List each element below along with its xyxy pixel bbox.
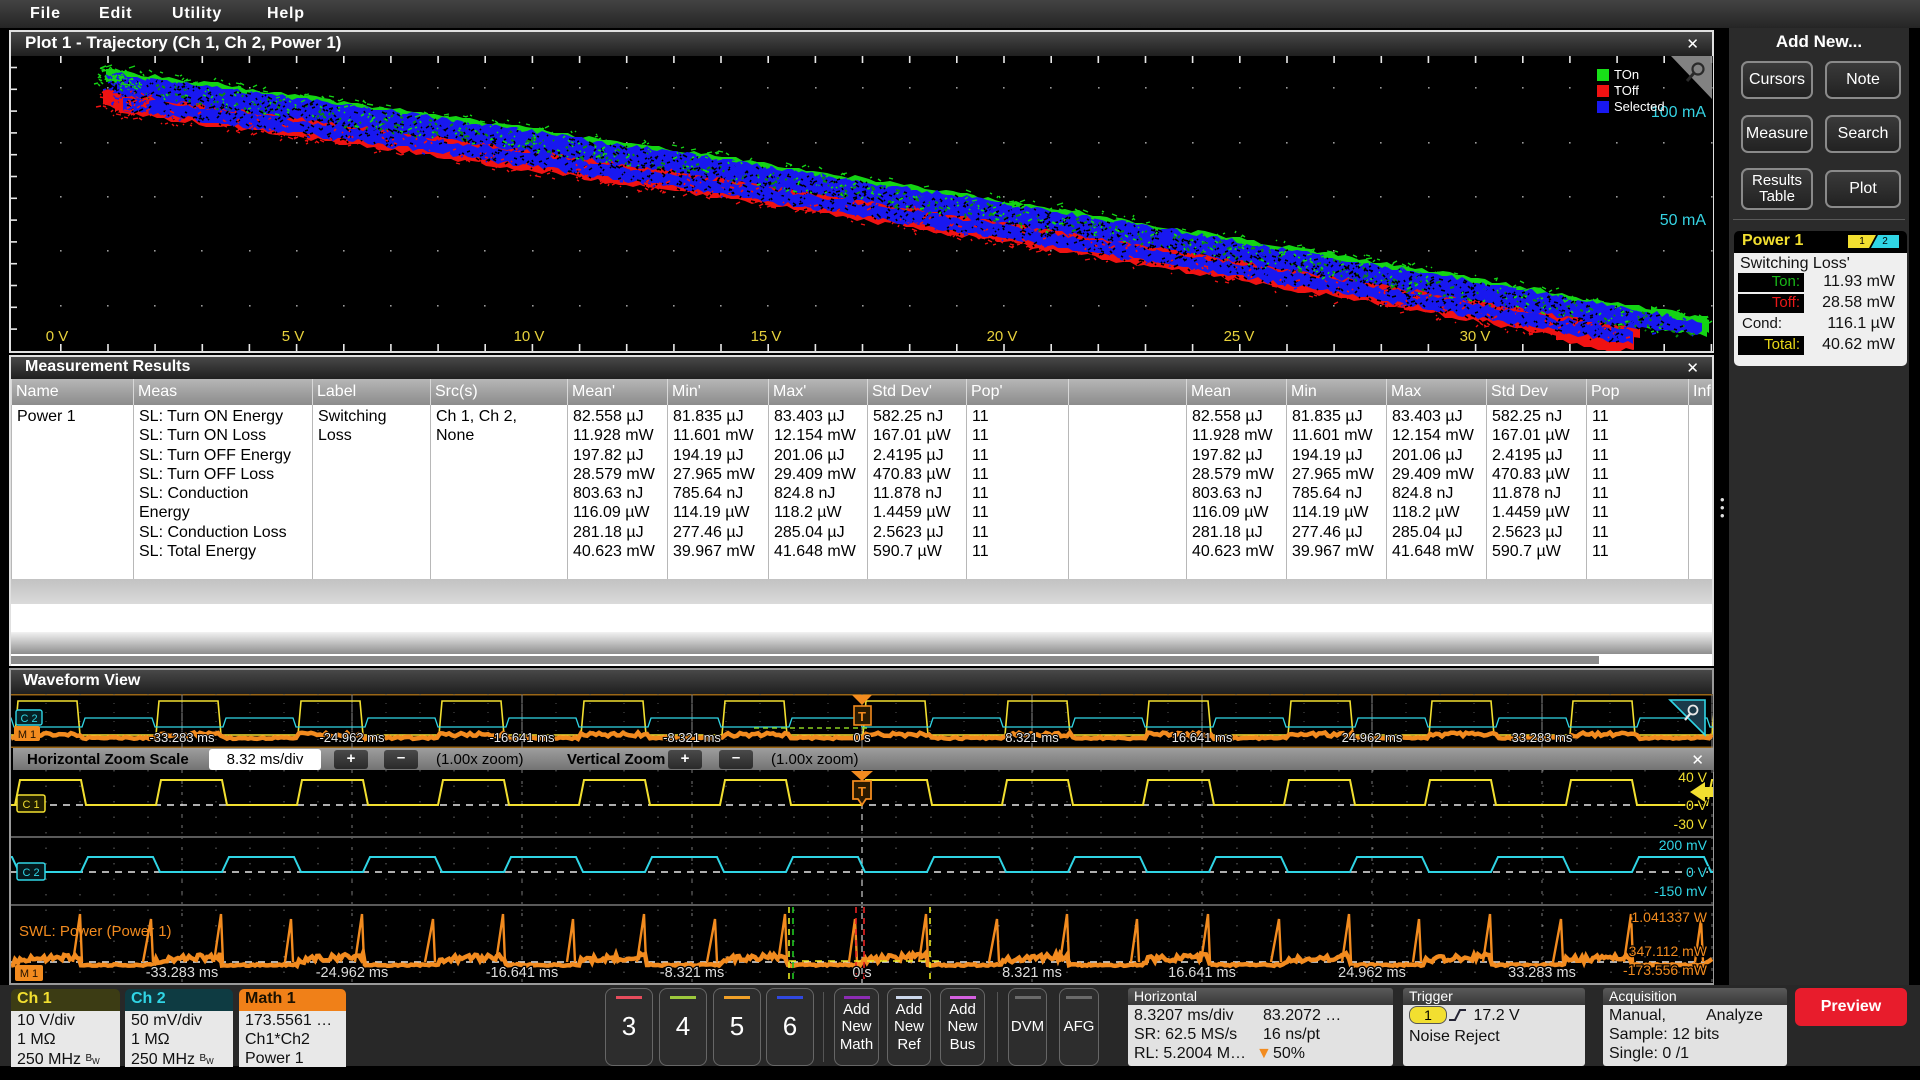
- svg-text:-24.962 ms: -24.962 ms: [316, 965, 389, 981]
- svg-text:10 V: 10 V: [514, 328, 545, 345]
- svg-text:TOn: TOn: [1614, 67, 1639, 82]
- svg-text:-8.321 ms: -8.321 ms: [663, 730, 721, 745]
- svg-text:-16.641 ms: -16.641 ms: [489, 730, 555, 745]
- svg-text:24.962 ms: 24.962 ms: [1338, 965, 1406, 981]
- svg-text:SWL: Power (Power 1): SWL: Power (Power 1): [19, 923, 172, 940]
- svg-text:347.112 mW: 347.112 mW: [1629, 943, 1708, 959]
- svg-text:25 V: 25 V: [1224, 328, 1255, 345]
- svg-text:Selected: Selected: [1614, 99, 1665, 114]
- svg-text:33.283 ms: 33.283 ms: [1508, 965, 1576, 981]
- svg-text:16.641 ms: 16.641 ms: [1168, 965, 1236, 981]
- svg-text:33.283 ms: 33.283 ms: [1512, 730, 1573, 745]
- svg-text:40 V: 40 V: [1678, 770, 1707, 785]
- svg-text:0 V: 0 V: [1686, 864, 1708, 880]
- svg-text:M 1: M 1: [18, 729, 36, 741]
- svg-text:0 V: 0 V: [46, 328, 69, 345]
- svg-text:1.041337 W: 1.041337 W: [1632, 909, 1708, 925]
- svg-text:-150 mV: -150 mV: [1654, 883, 1708, 899]
- svg-text:-16.641 ms: -16.641 ms: [486, 965, 559, 981]
- svg-text:C 2: C 2: [22, 867, 39, 879]
- svg-text:C 2: C 2: [20, 713, 37, 725]
- svg-text:8.321 ms: 8.321 ms: [1002, 965, 1062, 981]
- svg-text:200 mV: 200 mV: [1659, 837, 1708, 853]
- svg-text:24.962 ms: 24.962 ms: [1342, 730, 1403, 745]
- svg-text:30 V: 30 V: [1460, 328, 1491, 345]
- svg-text:T: T: [858, 784, 866, 799]
- svg-text:TOff: TOff: [1614, 83, 1639, 98]
- svg-text:0 s: 0 s: [852, 965, 871, 981]
- svg-text:-173.556 mW: -173.556 mW: [1623, 962, 1708, 978]
- svg-text:8.321 ms: 8.321 ms: [1005, 730, 1059, 745]
- svg-text:C 1: C 1: [22, 799, 39, 811]
- svg-text:-33.283 ms: -33.283 ms: [146, 965, 219, 981]
- svg-text:-30 V: -30 V: [1674, 816, 1708, 832]
- svg-text:50 mA: 50 mA: [1660, 212, 1707, 229]
- svg-text:-33.283 ms: -33.283 ms: [149, 730, 215, 745]
- svg-text:T: T: [858, 709, 866, 724]
- svg-text:15 V: 15 V: [751, 328, 782, 345]
- svg-text:5 V: 5 V: [282, 328, 305, 345]
- svg-text:-8.321 ms: -8.321 ms: [660, 965, 724, 981]
- svg-text:16.641 ms: 16.641 ms: [1172, 730, 1233, 745]
- svg-text:20 V: 20 V: [987, 328, 1018, 345]
- svg-text:M 1: M 1: [20, 968, 38, 980]
- svg-text:-24.962 ms: -24.962 ms: [319, 730, 385, 745]
- svg-text:0 s: 0 s: [853, 730, 871, 745]
